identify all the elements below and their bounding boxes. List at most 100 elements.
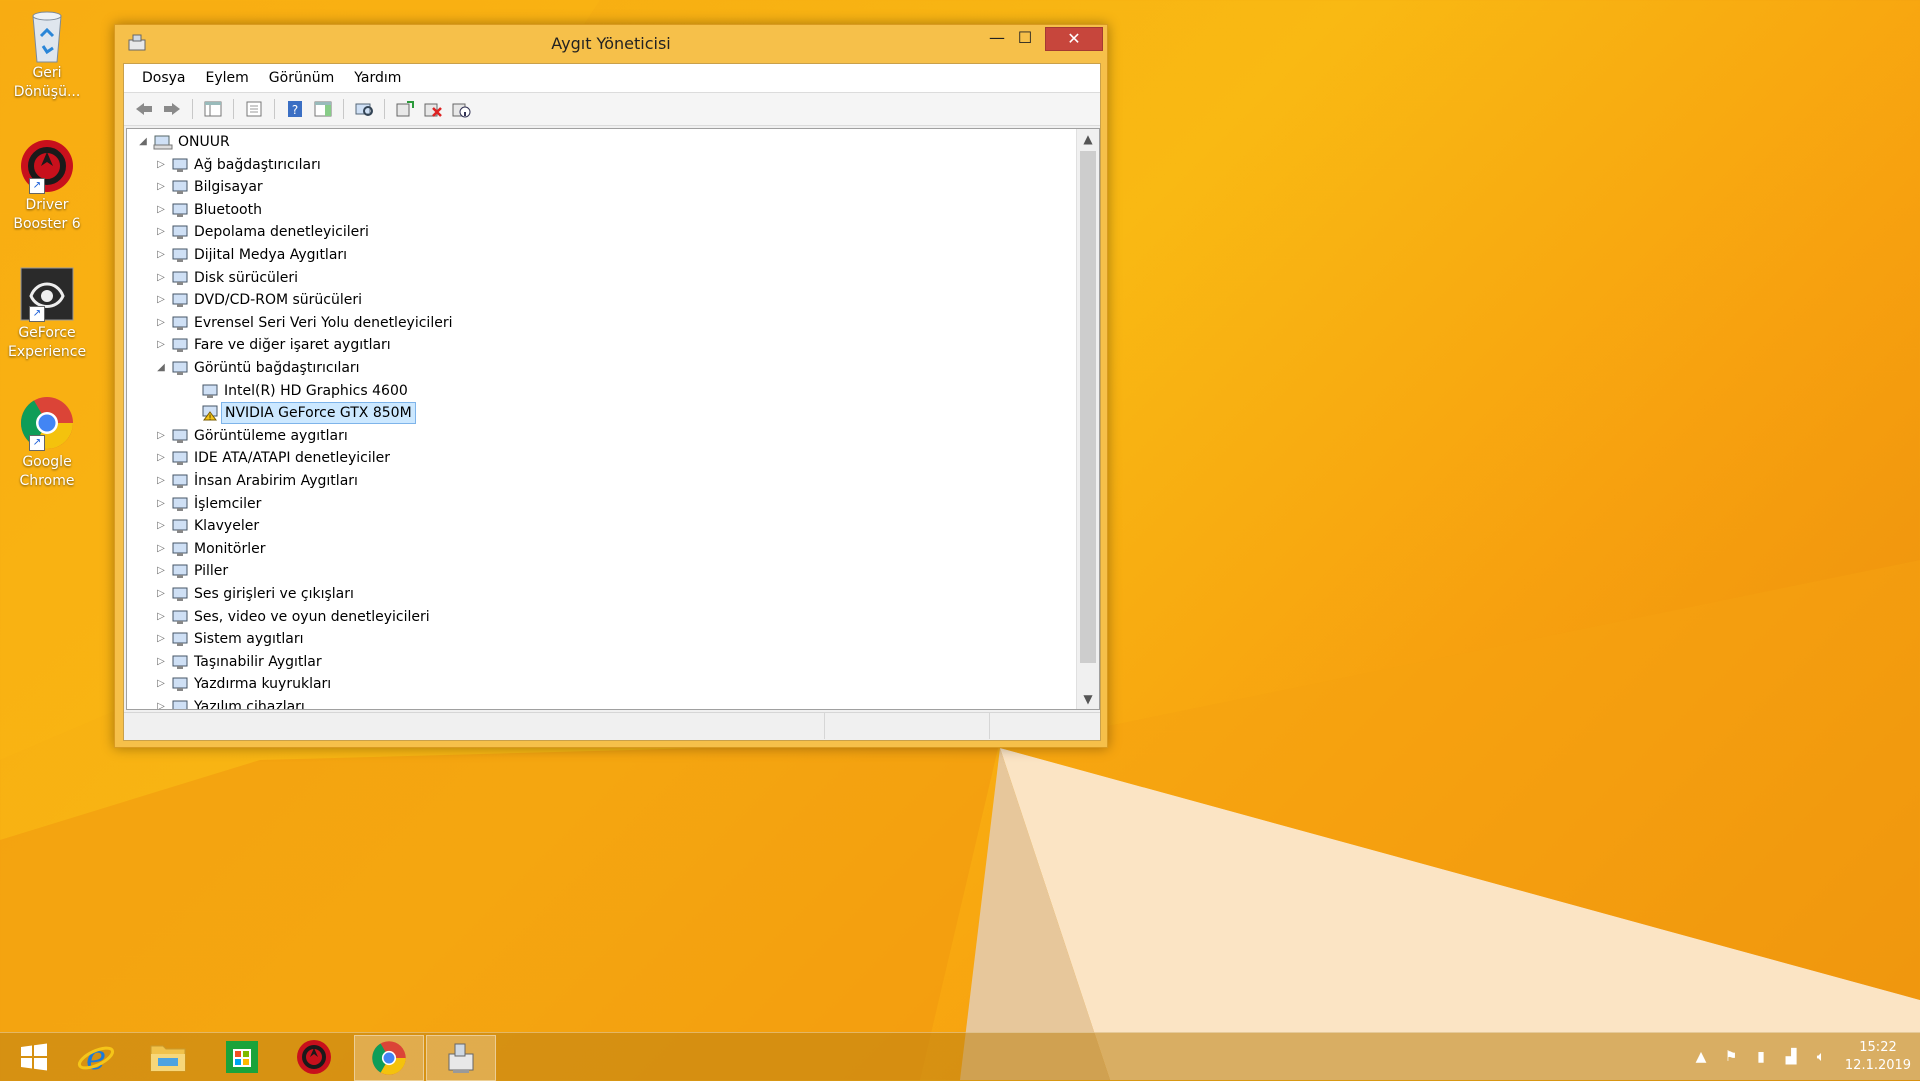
sound-controller-icon: [171, 609, 189, 625]
store-icon: [226, 1041, 258, 1073]
tree-category-label: DVD/CD-ROM sürücüleri: [194, 292, 363, 308]
disk-drive-icon: [171, 270, 189, 286]
expand-arrow-icon[interactable]: ▷: [155, 289, 167, 311]
collapse-arrow-icon[interactable]: ◢: [155, 357, 167, 379]
window-client-area: Dosya Eylem Görünüm Yardım ? ◢ ONUUR ▷ A…: [123, 63, 1101, 741]
taskbar-file-explorer[interactable]: [134, 1035, 202, 1079]
menu-yardim[interactable]: Yardım: [344, 64, 411, 92]
collapse-arrow-icon[interactable]: ◢: [137, 131, 149, 153]
toolbar-separator: [274, 99, 275, 119]
title-bar[interactable]: Aygıt Yöneticisi — ☐ ✕: [115, 25, 1107, 61]
scan-hardware-icon[interactable]: [352, 98, 376, 120]
clock-date: 12.1.2019: [1844, 1058, 1912, 1073]
hid-icon: [171, 473, 189, 489]
menu-gorunum[interactable]: Görünüm: [259, 64, 344, 92]
display-adapter-icon: [201, 383, 219, 399]
expand-arrow-icon[interactable]: ▷: [155, 538, 167, 560]
system-tray: ▲ ⚑ ▮ ▟ 🔈︎ 15:22 12.1.2019: [1686, 1033, 1920, 1081]
volume-icon[interactable]: 🔈︎: [1806, 1049, 1836, 1065]
expand-arrow-icon[interactable]: ▷: [155, 493, 167, 515]
expand-arrow-icon[interactable]: ▷: [155, 312, 167, 334]
device-tree[interactable]: ◢ ONUUR ▷ Ağ bağdaştırıcıları ▷ Bilgisayar ▷…: [127, 129, 1075, 709]
expand-arrow-icon[interactable]: ▷: [155, 334, 167, 356]
taskbar: e ▲ ⚑ ▮ ▟ 🔈︎ 15:22 12.1.2019: [0, 1032, 1920, 1081]
taskbar-device-manager[interactable]: [426, 1035, 496, 1081]
digital-media-icon: [171, 247, 189, 263]
uninstall-device-icon[interactable]: [421, 98, 445, 120]
tree-root-label: ONUUR: [178, 134, 230, 150]
mouse-icon: [171, 337, 189, 353]
expand-arrow-icon[interactable]: ▷: [155, 267, 167, 289]
help-icon[interactable]: ?: [283, 98, 307, 120]
network-signal-icon[interactable]: ▟: [1776, 1049, 1806, 1065]
tree-category-label: Görüntü bağdaştırıcıları: [194, 360, 360, 376]
desktop-icon-google-chrome[interactable]: ↗ Google Chrome: [8, 395, 86, 491]
vertical-scrollbar[interactable]: ▲ ▼: [1076, 129, 1099, 709]
taskbar-windows-store[interactable]: [208, 1035, 276, 1079]
clock[interactable]: 15:22 12.1.2019: [1836, 1039, 1920, 1075]
show-hide-console-tree-icon[interactable]: [201, 98, 225, 120]
taskbar-driver-booster[interactable]: [280, 1035, 348, 1079]
expand-arrow-icon[interactable]: ▷: [155, 696, 167, 709]
expand-arrow-icon[interactable]: ▷: [155, 470, 167, 492]
tree-category-label: Klavyeler: [194, 518, 260, 534]
scroll-down-arrow-icon[interactable]: ▼: [1077, 689, 1099, 709]
expand-arrow-icon[interactable]: ▷: [155, 606, 167, 628]
forward-icon[interactable]: [160, 98, 184, 120]
svg-text:!: !: [209, 414, 212, 422]
expand-arrow-icon[interactable]: ▷: [155, 651, 167, 673]
internet-explorer-icon: e: [77, 1038, 115, 1076]
scrollbar-thumb[interactable]: [1080, 151, 1096, 663]
taskbar-google-chrome[interactable]: [354, 1035, 424, 1081]
expand-arrow-icon[interactable]: ▷: [155, 560, 167, 582]
desktop-icon-driver-booster[interactable]: ↗ Driver Booster 6: [8, 138, 86, 234]
expand-arrow-icon[interactable]: ▷: [155, 583, 167, 605]
monitor-icon: [171, 541, 189, 557]
expand-arrow-icon[interactable]: ▷: [155, 673, 167, 695]
close-button[interactable]: ✕: [1045, 27, 1103, 51]
disable-device-icon[interactable]: [449, 98, 473, 120]
tree-category-label: İşlemciler: [194, 496, 262, 512]
windows-logo-icon: [21, 1043, 47, 1071]
expand-arrow-icon[interactable]: ▷: [155, 176, 167, 198]
menu-dosya[interactable]: Dosya: [132, 64, 196, 92]
expand-arrow-icon[interactable]: ▷: [155, 447, 167, 469]
menu-eylem[interactable]: Eylem: [196, 64, 259, 92]
action-center-flag-icon[interactable]: ⚑: [1716, 1049, 1746, 1065]
scroll-up-arrow-icon[interactable]: ▲: [1077, 129, 1099, 149]
back-icon[interactable]: [132, 98, 156, 120]
expand-arrow-icon[interactable]: ▷: [155, 425, 167, 447]
desktop-icon-geforce-experience[interactable]: ↗ GeForce Experience: [8, 266, 86, 362]
start-button[interactable]: [0, 1035, 68, 1079]
expand-arrow-icon[interactable]: ▷: [155, 221, 167, 243]
imaging-device-icon: [171, 428, 189, 444]
battery-icon[interactable]: ▮: [1746, 1049, 1776, 1065]
keyboard-icon: [171, 518, 189, 534]
display-adapter-icon: [171, 360, 189, 376]
driver-booster-icon: [297, 1040, 331, 1074]
update-driver-icon[interactable]: [393, 98, 417, 120]
desktop-icon-recycle-bin[interactable]: Geri Dönüşü...: [8, 6, 86, 102]
expand-arrow-icon[interactable]: ▷: [155, 154, 167, 176]
tree-category-label: Ağ bağdaştırıcıları: [194, 157, 321, 173]
show-action-pane-icon[interactable]: [311, 98, 335, 120]
expand-arrow-icon[interactable]: ▷: [155, 199, 167, 221]
maximize-button[interactable]: ☐: [1005, 27, 1045, 49]
battery-icon: [171, 563, 189, 579]
desktop-icon-label: Driver Booster 6: [13, 197, 81, 232]
tree-device-label: Intel(R) HD Graphics 4600: [224, 383, 408, 399]
software-device-icon: [171, 699, 189, 709]
expand-arrow-icon[interactable]: ▷: [155, 244, 167, 266]
expand-arrow-icon[interactable]: ▷: [155, 628, 167, 650]
tree-category-label: Bilgisayar: [194, 179, 263, 195]
expand-arrow-icon[interactable]: ▷: [155, 515, 167, 537]
tree-category-label: Bluetooth: [194, 202, 262, 218]
properties-icon[interactable]: [242, 98, 266, 120]
ide-controller-icon: [171, 450, 189, 466]
show-hidden-icons-arrow-icon[interactable]: ▲: [1686, 1049, 1716, 1065]
bluetooth-icon: [171, 202, 189, 218]
recycle-bin-icon: [19, 6, 75, 63]
taskbar-internet-explorer[interactable]: e: [62, 1035, 130, 1079]
device-tree-panel: ◢ ONUUR ▷ Ağ bağdaştırıcıları ▷ Bilgisayar ▷…: [126, 128, 1100, 710]
tree-category-label: Taşınabilir Aygıtlar: [194, 654, 322, 670]
